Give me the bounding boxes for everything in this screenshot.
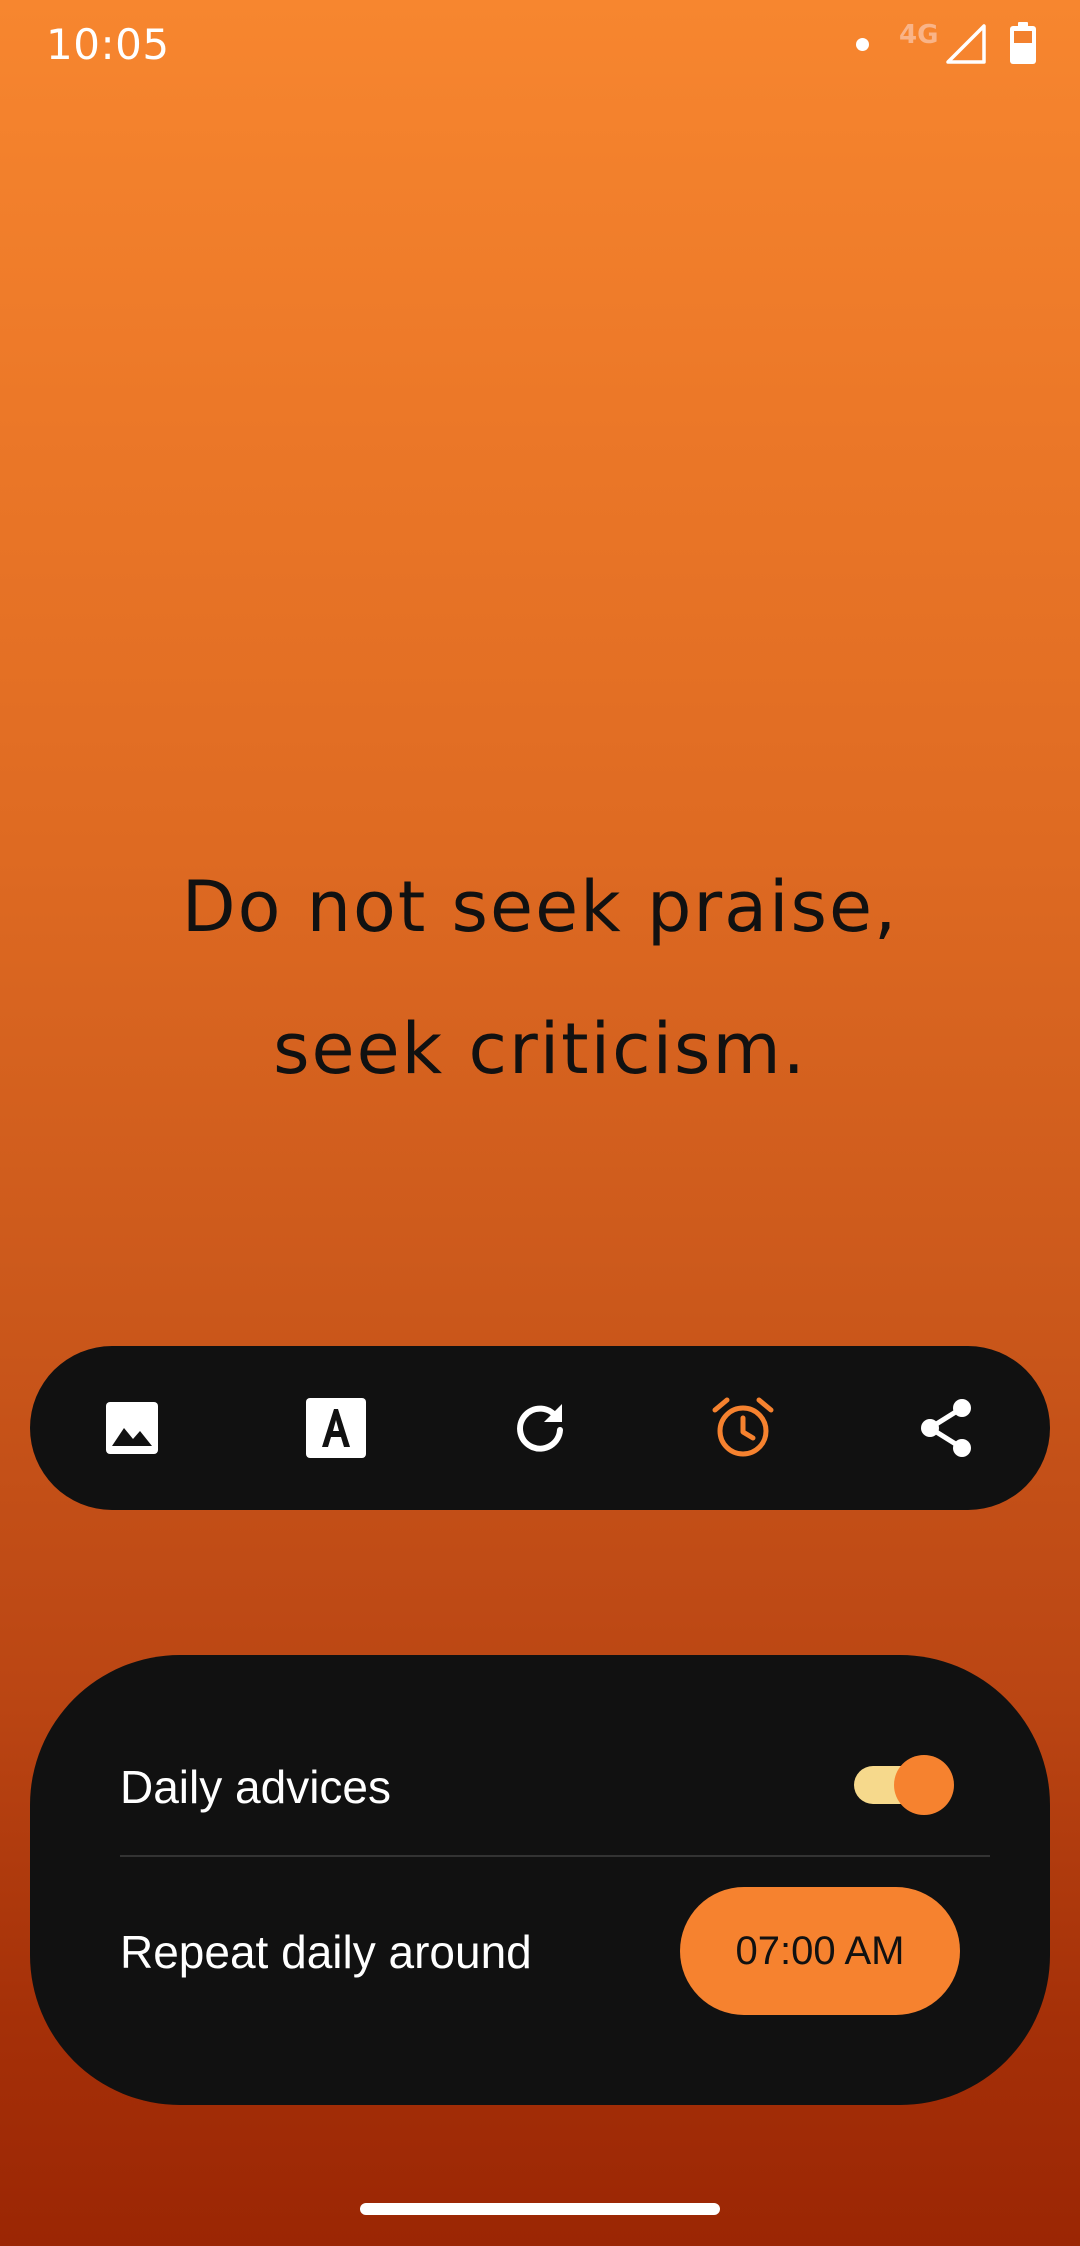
alarm-clock-icon (712, 1397, 774, 1457)
network-type-label: 4G (899, 20, 939, 50)
toggle-thumb (894, 1755, 954, 1815)
refresh-quote-button[interactable] (490, 1378, 590, 1478)
cell-signal-icon (946, 24, 986, 64)
battery-icon (1010, 22, 1036, 64)
change-background-button[interactable] (82, 1378, 182, 1478)
daily-advices-label: Daily advices (120, 1761, 391, 1813)
divider (120, 1855, 990, 1857)
status-time: 10:05 (46, 20, 170, 69)
daily-advices-toggle[interactable] (854, 1755, 954, 1815)
share-button[interactable] (896, 1378, 996, 1478)
action-toolbar (30, 1346, 1050, 1510)
notification-dot-icon (856, 38, 869, 51)
image-icon (106, 1402, 158, 1454)
home-indicator[interactable] (360, 2203, 720, 2215)
daily-advice-panel: Daily advices Repeat daily around 07:00 … (30, 1655, 1050, 2105)
change-font-button[interactable] (286, 1378, 386, 1478)
alarm-button[interactable] (693, 1378, 793, 1478)
repeat-daily-label: Repeat daily around (120, 1926, 532, 1978)
font-icon (306, 1398, 366, 1458)
time-picker-button[interactable]: 07:00 AM (680, 1887, 960, 2015)
share-icon (921, 1399, 971, 1457)
quote-text: Do not seek praise, seek criticism. (181, 866, 899, 1090)
status-bar: 10:05 4G (0, 0, 1080, 90)
refresh-icon (517, 1404, 563, 1452)
